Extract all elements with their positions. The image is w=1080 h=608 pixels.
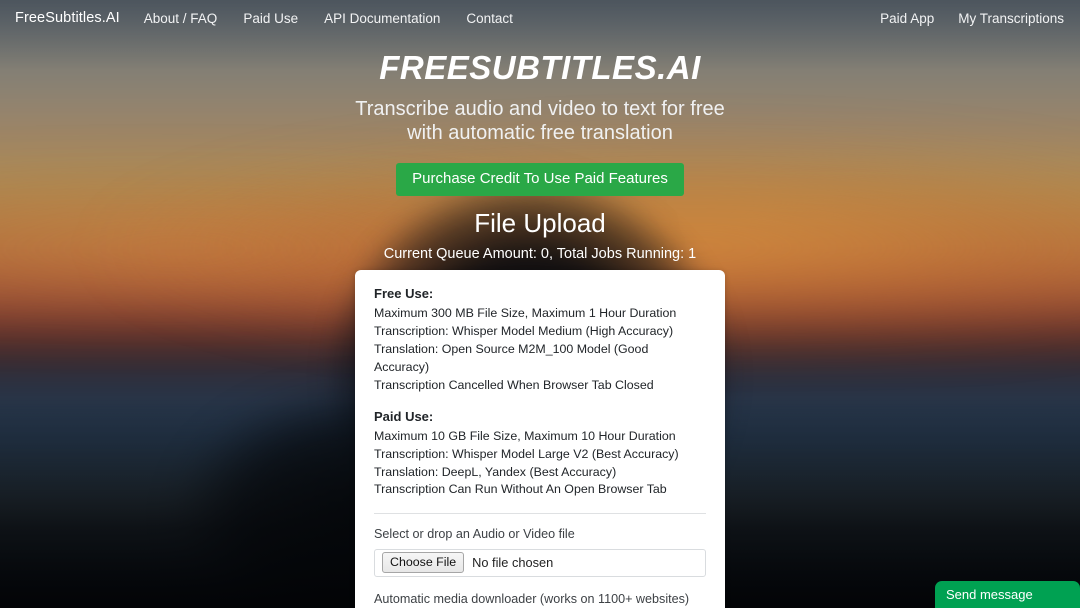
file-chosen-status: No file chosen	[472, 555, 554, 571]
main-navbar: FreeSubtitles.AI About / FAQ Paid Use AP…	[0, 0, 1080, 36]
hero-section: FREESUBTITLES.AI Transcribe audio and vi…	[0, 49, 1080, 197]
nav-link-my-transcriptions[interactable]: My Transcriptions	[946, 11, 1066, 26]
file-input-label: Select or drop an Audio or Video file	[374, 527, 575, 542]
free-use-line-4: Transcription Cancelled When Browser Tab…	[374, 377, 654, 392]
card-divider	[374, 513, 706, 515]
nav-link-api-documentation[interactable]: API Documentation	[311, 11, 453, 26]
free-use-title: Free Use:	[374, 286, 434, 301]
navbar-left-group: FreeSubtitles.AI About / FAQ Paid Use AP…	[15, 10, 526, 26]
media-downloader-label: Automatic media downloader (works on 110…	[374, 591, 690, 606]
send-message-label: Send message	[946, 587, 1033, 602]
nav-link-paid-app[interactable]: Paid App	[868, 11, 946, 26]
choose-file-button[interactable]: Choose File	[382, 551, 465, 574]
hero-subtitle: Transcribe audio and video to text for f…	[355, 97, 725, 145]
navbar-right-group: Paid App My Transcriptions	[868, 11, 1066, 26]
queue-status-text: Current Queue Amount: 0, Total Jobs Runn…	[383, 245, 697, 262]
paid-use-line-1: Maximum 10 GB File Size, Maximum 10 Hour…	[374, 428, 676, 443]
file-upload-section-header: File Upload Current Queue Amount: 0, Tot…	[0, 208, 1080, 262]
brand-logo-link[interactable]: FreeSubtitles.AI	[15, 10, 131, 26]
page-title: FREESUBTITLES.AI	[379, 49, 701, 86]
free-use-line-1: Maximum 300 MB File Size, Maximum 1 Hour…	[374, 306, 677, 321]
paid-use-block: Paid Use: Maximum 10 GB File Size, Maxim…	[374, 409, 706, 500]
purchase-credit-button[interactable]: Purchase Credit To Use Paid Features	[396, 162, 684, 197]
nav-link-paid-use[interactable]: Paid Use	[230, 11, 311, 26]
paid-use-line-3: Translation: DeepL, Yandex (Best Accurac…	[374, 464, 617, 479]
file-upload-heading: File Upload	[474, 208, 606, 238]
send-message-widget[interactable]: Send message	[935, 581, 1080, 608]
upload-card: Free Use: Maximum 300 MB File Size, Maxi…	[355, 270, 725, 608]
nav-link-contact[interactable]: Contact	[453, 11, 526, 26]
free-use-line-2: Transcription: Whisper Model Medium (Hig…	[374, 324, 674, 339]
file-input-row[interactable]: Choose File No file chosen	[374, 548, 706, 577]
paid-use-line-4: Transcription Can Run Without An Open Br…	[374, 482, 667, 497]
paid-use-title: Paid Use:	[374, 408, 434, 424]
paid-use-line-2: Transcription: Whisper Model Large V2 (B…	[374, 446, 679, 461]
nav-link-about-faq[interactable]: About / FAQ	[131, 11, 231, 26]
free-use-block: Free Use: Maximum 300 MB File Size, Maxi…	[374, 286, 706, 395]
free-use-line-3: Translation: Open Source M2M_100 Model (…	[374, 341, 649, 374]
